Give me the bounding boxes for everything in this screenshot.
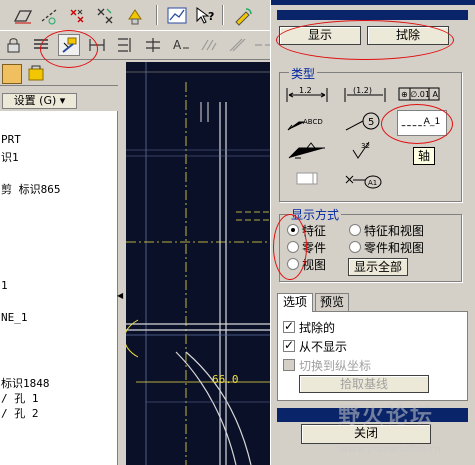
svg-text:A1: A1 (368, 179, 377, 187)
annotation-display-icon[interactable] (124, 5, 146, 27)
mode-radio-part-and-view[interactable]: 零件和视图 (349, 239, 424, 255)
show-erase-dialog: 显示 拭除 类型 1.2 (1.2) ⊕ ∅.01 A ABCD 5 A_1 3… (270, 0, 475, 465)
pick-baseline-button: 拾取基线 (299, 375, 429, 393)
note-icon[interactable]: ABCD (285, 112, 329, 134)
mode-label: 零件 (302, 240, 327, 255)
collapse-arrow-icon[interactable]: ◀ (117, 291, 123, 300)
dialog-titlebar[interactable] (271, 0, 475, 5)
axis-tooltip: 轴 (413, 147, 435, 165)
erase-tab-button[interactable]: 拭除 (367, 26, 449, 45)
tree-item[interactable]: 剪 标识865 (1, 181, 61, 197)
options-tabs: 选项 预览 (277, 293, 468, 312)
option-label: 切换到纵坐标 (299, 358, 372, 373)
option-switch-to-ordinate: 切换到纵坐标 (283, 357, 371, 373)
tree-item[interactable]: / 孔 1 (1, 390, 39, 406)
model-player-icon[interactable] (232, 5, 254, 27)
svg-text:(1.2): (1.2) (353, 86, 372, 95)
checkbox-disabled-icon (283, 359, 295, 371)
sketch-graph-icon[interactable] (166, 5, 188, 27)
ordinate-dimension-icon[interactable] (114, 34, 136, 56)
mode-label: 特征 (302, 223, 327, 238)
radio-icon[interactable] (349, 224, 361, 236)
surface-finish-icon[interactable]: 32 (343, 140, 387, 162)
dimension-value[interactable]: 66.0 (212, 373, 239, 386)
svg-text:?: ? (208, 10, 214, 23)
tree-item[interactable]: 识1 (1, 149, 19, 165)
option-never-shown[interactable]: 从不显示 (283, 338, 347, 354)
svg-text:A_1: A_1 (424, 116, 441, 127)
toolbar-separator (222, 5, 224, 25)
show-tab-button[interactable]: 显示 (279, 26, 361, 45)
toolbar-top: ? (0, 0, 270, 31)
welding-symbol-icon[interactable] (285, 140, 329, 162)
align-dimension-icon[interactable] (142, 34, 164, 56)
mode-radio-view[interactable]: 视图 (287, 256, 326, 272)
mode-label: 特征和视图 (364, 223, 425, 238)
panel-splitter[interactable] (118, 62, 126, 465)
insert-dimension-icon[interactable] (86, 34, 108, 56)
tree-item[interactable]: PRT (1, 133, 21, 146)
watermark-text: 野火论坛 (338, 404, 435, 429)
graphics-canvas[interactable] (126, 62, 276, 465)
svg-text:1.2: 1.2 (299, 86, 312, 95)
option-erased[interactable]: 拭除的 (283, 319, 335, 335)
dialog-header-band (277, 10, 468, 20)
svg-text:32: 32 (361, 142, 370, 150)
geometric-tolerance-icon[interactable]: ⊕ ∅.01 A (397, 84, 441, 106)
tree-item[interactable]: 标识1848 (1, 375, 50, 391)
mode-radio-feature[interactable]: 特征 (287, 222, 326, 238)
radio-icon[interactable] (349, 241, 361, 253)
mode-radio-part[interactable]: 零件 (287, 239, 326, 255)
svg-text:ABCD: ABCD (303, 118, 323, 126)
balloon-note-icon[interactable]: 5 (343, 112, 387, 134)
text-style-icon[interactable]: A (170, 34, 192, 56)
dimension-icon[interactable]: 1.2 (285, 84, 329, 106)
model-tree-icon[interactable] (26, 64, 46, 84)
toolbar-separator (156, 5, 158, 25)
option-label: 从不显示 (299, 339, 348, 354)
svg-text:⊕ ∅.01 A: ⊕ ∅.01 A (401, 90, 438, 99)
coordinate-system-display-icon[interactable] (94, 5, 116, 27)
folder-icon[interactable] (2, 64, 22, 84)
cosmetic-feature-icon[interactable] (285, 168, 329, 190)
tree-item[interactable]: / 孔 2 (1, 405, 39, 421)
model-geometry (126, 62, 276, 465)
radio-icon[interactable] (287, 258, 299, 270)
tab-options[interactable]: 选项 (277, 293, 313, 312)
checkbox-checked-icon[interactable] (283, 338, 295, 352)
settings-button[interactable]: 设置 (G) ▾ (2, 93, 77, 109)
display-mode-title: 显示方式 (289, 206, 342, 223)
lock-toggle-icon[interactable] (2, 34, 24, 56)
show-erase-annotations-icon[interactable] (58, 34, 80, 56)
tree-item[interactable]: NE_1 (1, 311, 28, 324)
context-help-icon[interactable]: ? (194, 5, 216, 27)
checkbox-checked-icon[interactable] (283, 319, 295, 333)
watermark-url: www.proewildfire.cn (340, 444, 441, 455)
datum-axis-icon[interactable]: A_1 (397, 110, 447, 136)
move-text-icon[interactable] (198, 34, 220, 56)
mode-label: 零件和视图 (364, 240, 425, 255)
svg-text:A: A (173, 38, 182, 52)
datum-target-icon[interactable]: A1 (343, 168, 387, 190)
tab-preview[interactable]: 预览 (315, 293, 349, 311)
tree-item[interactable]: 1 (1, 279, 8, 292)
svg-text:5: 5 (368, 117, 374, 128)
datum-plane-display-icon[interactable] (12, 5, 34, 27)
mode-radio-feature-and-view[interactable]: 特征和视图 (349, 222, 424, 238)
datum-point-display-icon[interactable] (66, 5, 88, 27)
model-tree-header (0, 62, 120, 86)
radio-icon[interactable] (287, 241, 299, 253)
layers-list-icon[interactable] (30, 34, 52, 56)
toolbar-second: A (0, 31, 272, 60)
reference-dimension-icon[interactable]: (1.2) (343, 84, 387, 106)
radio-selected-icon[interactable] (287, 224, 299, 236)
type-group-title: 类型 (289, 65, 318, 82)
datum-axis-display-icon[interactable] (38, 5, 60, 27)
option-label: 拭除的 (299, 320, 336, 335)
mode-label: 视图 (302, 257, 327, 272)
model-tree: PRT 识1 剪 标识865 1 NE_1 标识1848 / 孔 1 / 孔 2 (0, 111, 118, 465)
slant-text-icon[interactable] (226, 34, 248, 56)
show-all-button[interactable]: 显示全部 (348, 258, 408, 276)
